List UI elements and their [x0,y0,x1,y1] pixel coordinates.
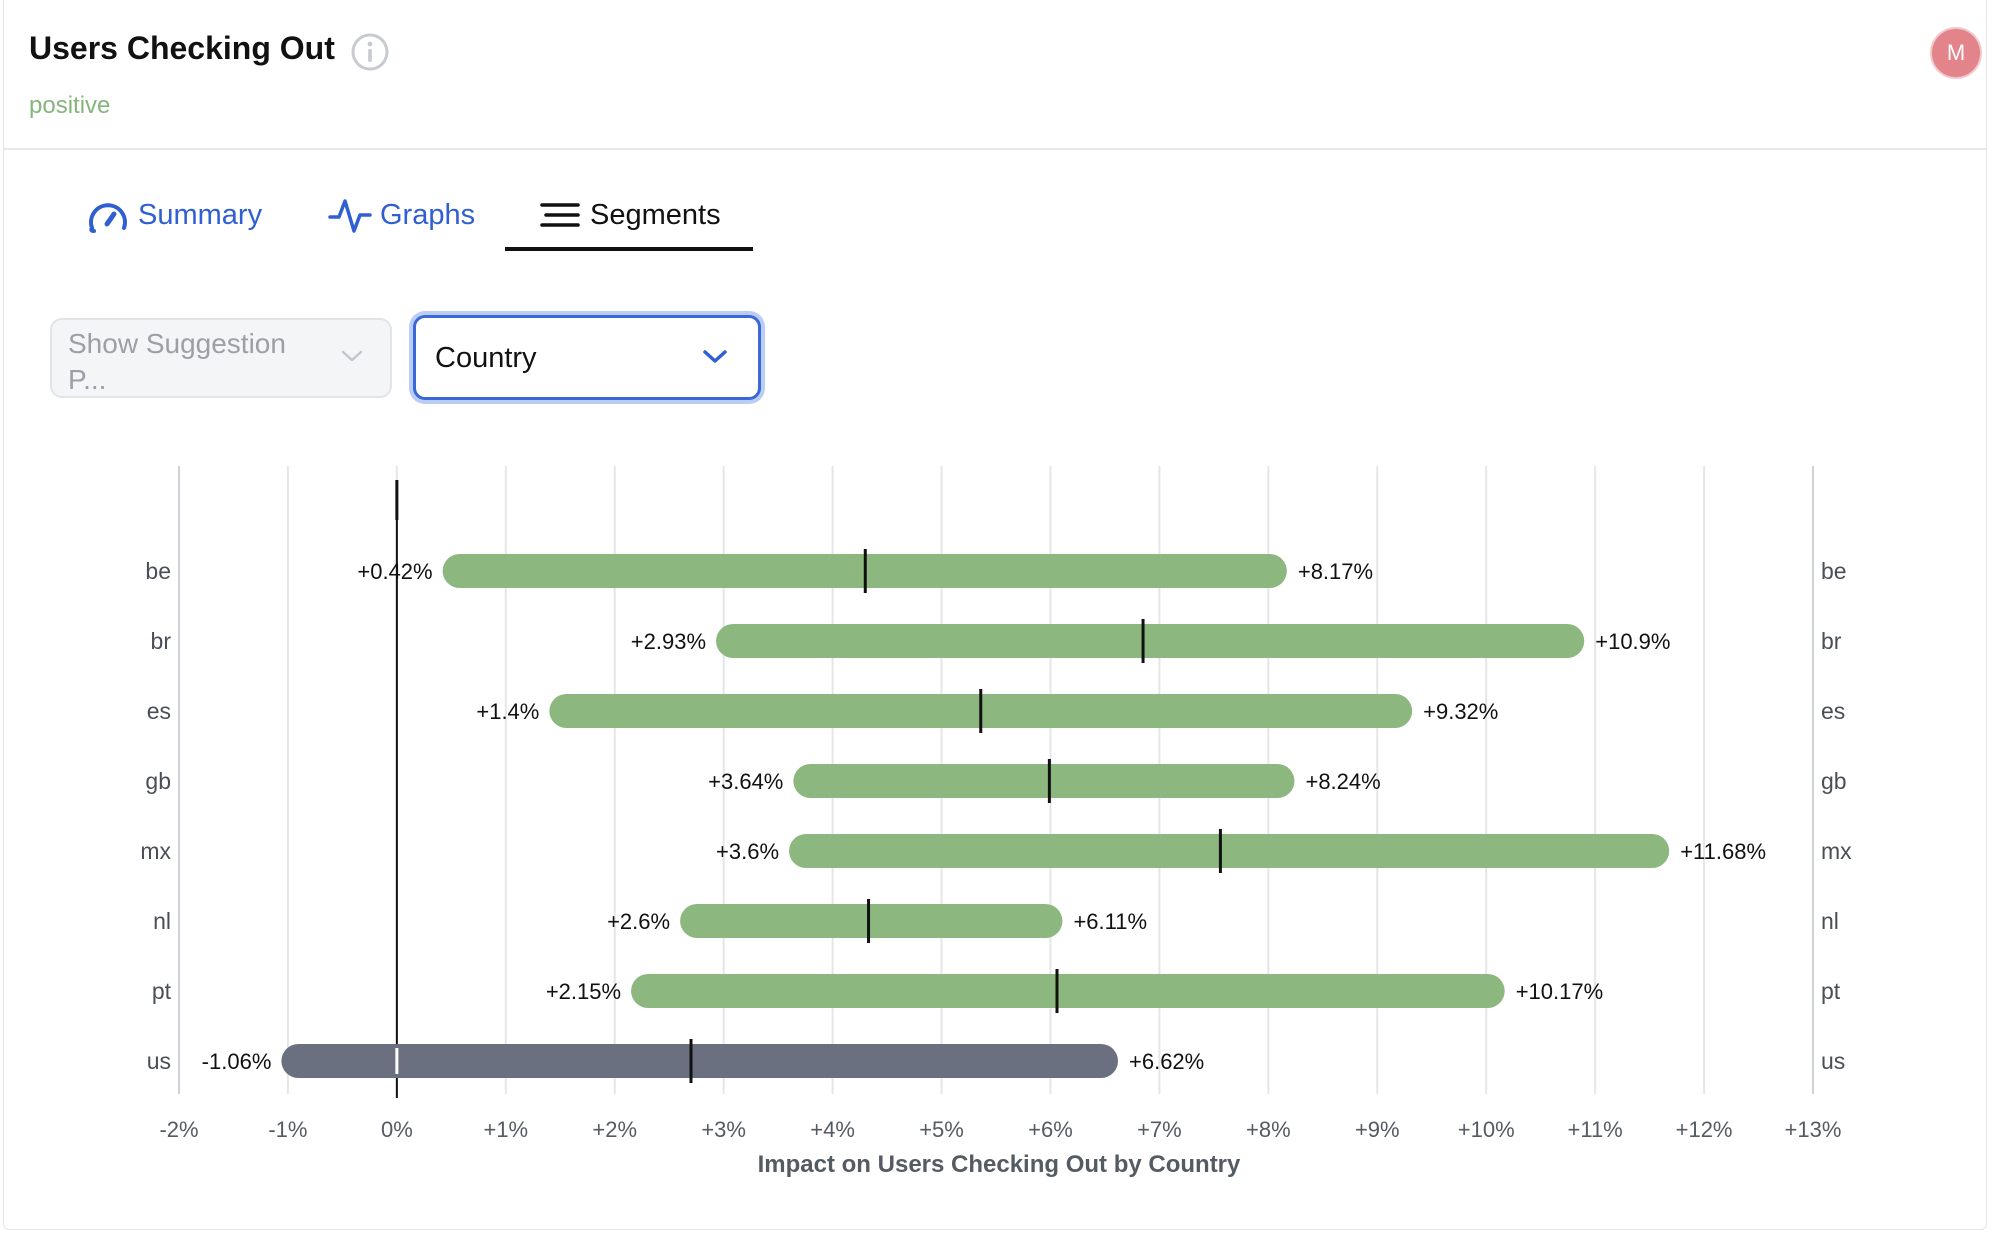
x-tick-label: +4% [810,1117,855,1142]
range-bar [631,974,1505,1008]
segment-label-right: es [1821,698,1845,724]
segment-label-right: nl [1821,908,1839,934]
x-tick-label: +7% [1137,1117,1182,1142]
high-value-label: +6.62% [1129,1049,1204,1074]
low-value-label: +2.6% [607,909,670,934]
segment-label: gb [145,768,171,794]
segment-label: nl [153,908,171,934]
x-tick-label: +9% [1355,1117,1400,1142]
high-value-label: +8.24% [1305,769,1380,794]
segment-label-right: mx [1821,838,1852,864]
segment-impact-chart: -2% -1% 0% +1% +2% +3% +4% +5% +6% +7% +8% +9% +10% +… [140,466,1852,1178]
range-bar [680,904,1063,938]
x-tick-label: +2% [592,1117,637,1142]
range-bar [789,834,1670,868]
high-value-label: +10.9% [1595,629,1670,654]
range-bar [716,624,1585,658]
x-tick-label: -1% [268,1117,307,1142]
x-tick-label: +6% [1028,1117,1073,1142]
low-value-label: +2.93% [631,629,706,654]
low-value-label: +1.4% [476,699,539,724]
segment-label: be [145,558,171,584]
low-value-label: -1.06% [202,1049,272,1074]
high-value-label: +11.68% [1680,839,1766,864]
range-bar [281,1044,1119,1078]
low-value-label: +3.6% [716,839,779,864]
range-bar [793,764,1295,798]
x-tick-label: +3% [701,1117,746,1142]
x-tick-label: +10% [1458,1117,1515,1142]
high-value-label: +6.11% [1073,909,1147,934]
segment-label-right: pt [1821,978,1841,1004]
low-value-label: +3.64% [708,769,783,794]
low-value-label: +0.42% [357,559,432,584]
segment-label: us [147,1048,171,1074]
x-axis-title: Impact on Users Checking Out by Country [758,1151,1241,1178]
segment-label: mx [140,838,171,864]
x-tick-label: +5% [919,1117,964,1142]
x-tick-label: -2% [159,1117,198,1142]
high-value-label: +8.17% [1298,559,1373,584]
x-tick-label: +1% [483,1117,528,1142]
x-tick-label: +8% [1246,1117,1291,1142]
segment-label-right: us [1821,1048,1845,1074]
segment-label: br [151,628,172,654]
segment-label: es [147,698,171,724]
low-value-label: +2.15% [546,979,621,1004]
segment-label-right: br [1821,628,1842,654]
x-tick-label: +11% [1568,1117,1623,1142]
x-tick-label: +12% [1676,1117,1733,1142]
segment-label-right: be [1821,558,1847,584]
segment-label-right: gb [1821,768,1847,794]
high-value-label: +10.17% [1516,979,1603,1004]
segment-label: pt [152,978,172,1004]
x-tick-label: +13% [1785,1117,1842,1142]
x-tick-label: 0% [381,1117,413,1142]
high-value-label: +9.32% [1423,699,1498,724]
